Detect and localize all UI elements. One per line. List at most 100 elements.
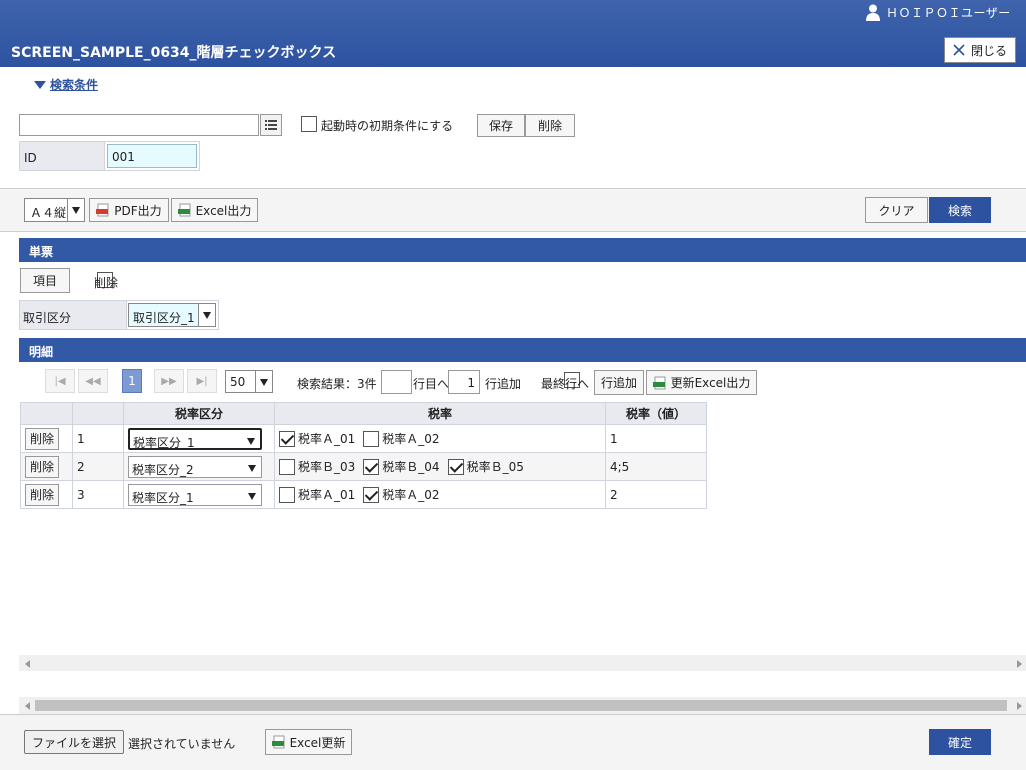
triangle-down-icon: [34, 80, 46, 89]
paper-size-select[interactable]: Ａ４縦: [24, 198, 85, 222]
row-number-input[interactable]: [381, 370, 412, 394]
per-page-select[interactable]: 50: [225, 370, 273, 393]
save-condition-button[interactable]: 保存: [477, 114, 525, 137]
scroll-right-icon[interactable]: [1017, 660, 1022, 668]
last-page-button[interactable]: ▶|: [187, 369, 217, 393]
column-header: 税率区分: [123, 402, 275, 425]
category-cell: 税率区分_1: [123, 424, 275, 453]
dropdown-arrow-icon[interactable]: [244, 484, 261, 505]
dropdown-arrow-icon[interactable]: [198, 304, 215, 326]
delete-condition-button[interactable]: 削除: [525, 114, 575, 137]
excel-export-button[interactable]: Excel出力: [171, 198, 258, 222]
tax-rate-value: 4;5: [605, 452, 707, 481]
tax-rate-checkbox[interactable]: [363, 430, 380, 447]
pdf-export-label: PDF出力: [114, 203, 162, 218]
column-header: [72, 402, 124, 425]
add-row-button[interactable]: 行追加: [594, 370, 644, 395]
search-button[interactable]: 検索: [929, 197, 991, 223]
pdf-export-button[interactable]: PDF出力: [89, 198, 169, 222]
close-icon: [953, 44, 965, 56]
category-cell: 税率区分_2: [123, 452, 275, 481]
id-input[interactable]: 001: [107, 144, 197, 168]
condition-list-button[interactable]: [260, 114, 282, 136]
tax-category-select[interactable]: 税率区分_1: [128, 483, 262, 506]
choose-file-button[interactable]: ファイルを選択: [24, 730, 124, 754]
excel-file-icon: [177, 203, 191, 217]
last-row-label: 最終行へ: [541, 377, 590, 391]
search-condition-link[interactable]: 検索条件: [50, 76, 98, 93]
id-label: ID: [19, 141, 105, 171]
per-page-value: 50: [230, 375, 246, 389]
table-header-row: 税率区分 税率 税率（値）: [20, 402, 707, 425]
trade-category-select[interactable]: 取引区分_1: [128, 303, 216, 327]
table-horizontal-scrollbar[interactable]: [19, 655, 1026, 671]
tax-category-select[interactable]: 税率区分_1: [128, 427, 262, 450]
pdf-file-icon: [96, 203, 109, 217]
file-status: 選択されていません: [128, 737, 236, 751]
tax-rate-label: 税率Ｂ_03: [298, 460, 356, 474]
row-delete-button[interactable]: 削除: [25, 427, 59, 450]
delete-cell: 削除: [20, 452, 73, 481]
tax-rate-checkbox[interactable]: [279, 430, 295, 447]
excel-update-label: Excel更新: [289, 735, 346, 750]
dropdown-arrow-icon[interactable]: [67, 199, 84, 221]
scroll-right-icon[interactable]: [1017, 702, 1022, 710]
tax-category-value: 税率区分_1: [133, 435, 195, 450]
excel-file-icon: [271, 735, 285, 749]
excel-update-button[interactable]: Excel更新: [265, 729, 352, 755]
close-button[interactable]: 閉じる: [944, 37, 1016, 63]
scrollbar-thumb[interactable]: [35, 700, 1007, 711]
current-page[interactable]: 1: [122, 369, 142, 393]
user-icon: [866, 4, 880, 21]
search-condition-toggle[interactable]: 検索条件: [34, 76, 98, 93]
update-excel-export-label: 更新Excel出力: [670, 376, 751, 390]
dropdown-arrow-icon[interactable]: [244, 456, 261, 477]
tax-rate-checkbox[interactable]: [363, 458, 380, 475]
tax-rate-checkbox[interactable]: [279, 458, 295, 475]
tax-rate-label: 税率Ａ_02: [382, 432, 440, 446]
excel-file-icon: [652, 376, 666, 389]
tax-rate-value: 1: [605, 424, 707, 453]
divider: [0, 231, 1026, 232]
category-cell: 税率区分_1: [123, 480, 275, 509]
startup-condition-checkbox[interactable]: [301, 116, 317, 132]
detail-table: 税率区分 税率 税率（値） 削除 1 税率区分_1 税率Ａ_01 税率Ａ_02: [20, 402, 707, 509]
row-count-input[interactable]: 1: [448, 370, 480, 394]
row-number: 1: [72, 424, 124, 453]
row-delete-button[interactable]: 削除: [25, 483, 59, 506]
tax-rate-cell: 税率Ａ_01 税率Ａ_02: [274, 424, 606, 453]
tax-category-select[interactable]: 税率区分_2: [128, 455, 262, 478]
dropdown-arrow-icon[interactable]: [243, 429, 260, 448]
tax-rate-checkbox-group: 税率Ａ_01 税率Ａ_02: [279, 430, 601, 447]
confirm-button[interactable]: 確定: [929, 729, 991, 755]
prev-page-button[interactable]: ◀◀: [78, 369, 108, 393]
column-header: 税率（値）: [605, 402, 707, 425]
tax-rate-checkbox-group: 税率Ａ_01 税率Ａ_02: [279, 486, 601, 503]
clear-button[interactable]: クリア: [865, 197, 928, 223]
tax-rate-label: 税率Ａ_01: [298, 488, 356, 502]
page-horizontal-scrollbar[interactable]: [19, 697, 1026, 714]
update-excel-export-button[interactable]: 更新Excel出力: [646, 370, 757, 395]
tax-rate-checkbox[interactable]: [279, 486, 295, 503]
tax-category-value: 税率区分_2: [132, 462, 194, 477]
dropdown-arrow-icon[interactable]: [255, 371, 272, 392]
table-row: 削除 3 税率区分_1 税率Ａ_01 税率Ａ_02 2: [20, 480, 707, 509]
tax-rate-cell: 税率Ａ_01 税率Ａ_02: [274, 480, 606, 509]
next-page-button[interactable]: ▶▶: [154, 369, 184, 393]
tax-rate-label: 税率Ｂ_04: [382, 460, 440, 474]
row-add-label: 行追加: [485, 377, 522, 391]
saved-condition-input[interactable]: [19, 114, 259, 136]
row-delete-button[interactable]: 削除: [25, 455, 59, 478]
item-button[interactable]: 項目: [20, 268, 70, 293]
tax-rate-label: 税率Ａ_01: [298, 432, 356, 446]
first-page-button[interactable]: |◀: [45, 369, 75, 393]
row-number: 2: [72, 452, 124, 481]
table-row: 削除 1 税率区分_1 税率Ａ_01 税率Ａ_02 1: [20, 424, 707, 453]
tax-rate-cell: 税率Ｂ_03 税率Ｂ_04 税率Ｂ_05: [274, 452, 606, 481]
user-name: ＨＯＩＰＯＩユーザー: [886, 6, 1011, 20]
single-delete-label: 削除: [94, 276, 119, 290]
scroll-left-icon[interactable]: [25, 702, 30, 710]
scroll-left-icon[interactable]: [25, 660, 30, 668]
tax-rate-checkbox[interactable]: [447, 458, 464, 475]
tax-rate-checkbox[interactable]: [363, 486, 380, 503]
